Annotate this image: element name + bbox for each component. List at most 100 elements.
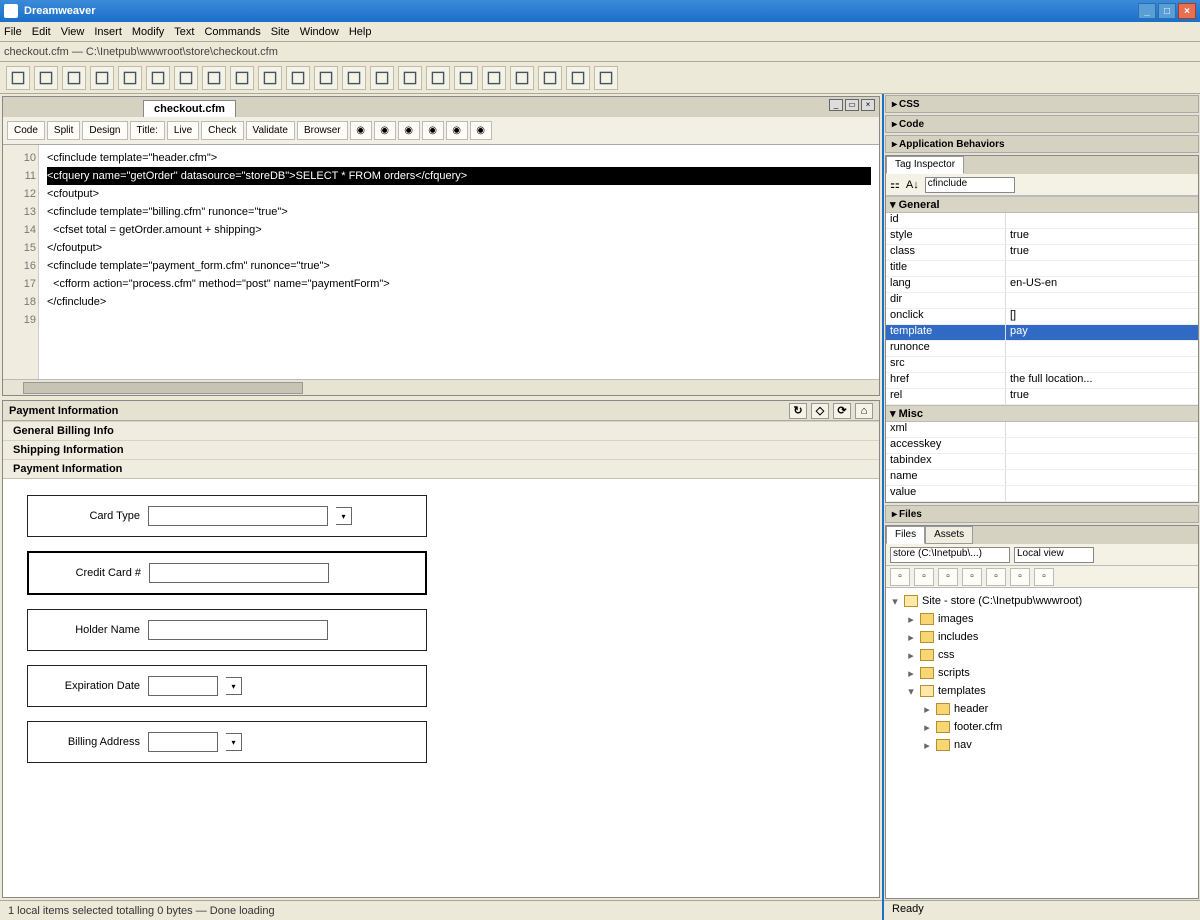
insert-tool-5[interactable]	[146, 66, 170, 90]
property-row-style[interactable]: styletrue	[886, 229, 1198, 245]
insert-tool-7[interactable]	[202, 66, 226, 90]
menu-help[interactable]: Help	[349, 26, 372, 38]
property-row-name[interactable]: name	[886, 470, 1198, 486]
property-section-misc[interactable]: ▾ Misc	[886, 405, 1198, 422]
property-row-tabindex[interactable]: tabindex	[886, 454, 1198, 470]
design-tool-2[interactable]: ⟳	[833, 403, 851, 419]
disclosure-icon[interactable]: ▸	[922, 739, 932, 752]
insert-tool-16[interactable]	[454, 66, 478, 90]
code-line[interactable]: <cfinclude template="header.cfm">	[47, 149, 871, 167]
property-row-class[interactable]: classtrue	[886, 245, 1198, 261]
property-value[interactable]: true	[1006, 245, 1198, 260]
insert-tool-1[interactable]	[34, 66, 58, 90]
code-text-area[interactable]: <cfinclude template="header.cfm"><cfquer…	[39, 145, 879, 379]
text-input[interactable]	[148, 620, 328, 640]
collapsed-panel-css[interactable]: CSS	[885, 95, 1199, 113]
disclosure-icon[interactable]: ▾	[906, 685, 916, 698]
menu-modify[interactable]: Modify	[132, 26, 164, 38]
property-value[interactable]	[1006, 293, 1198, 308]
property-value[interactable]: true	[1006, 389, 1198, 404]
code-line[interactable]: </cfinclude>	[47, 293, 871, 311]
code-line[interactable]: <cfset total = getOrder.amount + shippin…	[47, 221, 871, 239]
view-combo[interactable]: Local view	[1014, 547, 1094, 563]
connect-icon[interactable]: ▫	[890, 568, 910, 586]
editor-view-split[interactable]: Split	[47, 121, 80, 140]
disclosure-icon[interactable]: ▸	[922, 703, 932, 716]
select-input[interactable]	[148, 732, 218, 752]
insert-tool-18[interactable]	[510, 66, 534, 90]
insert-tool-0[interactable]	[6, 66, 30, 90]
disclosure-icon[interactable]: ▸	[922, 721, 932, 734]
menu-view[interactable]: View	[61, 26, 85, 38]
refresh-icon[interactable]: ◉	[350, 121, 372, 140]
tag-inspector-tab[interactable]: Tag Inspector	[886, 156, 964, 174]
select-input[interactable]	[148, 676, 218, 696]
property-row-xml[interactable]: xml	[886, 422, 1198, 438]
disclosure-icon[interactable]: ▸	[906, 631, 916, 644]
chevron-down-icon[interactable]: ▾	[226, 677, 242, 695]
property-value[interactable]: the full location...	[1006, 373, 1198, 388]
editor-view-validate[interactable]: Validate	[246, 121, 295, 140]
property-row-href[interactable]: hrefthe full location...	[886, 373, 1198, 389]
property-value[interactable]: en-US-en	[1006, 277, 1198, 292]
form-canvas[interactable]: Card Type▾Credit Card #Holder NameExpira…	[3, 479, 879, 793]
code-line[interactable]: <cfquery name="getOrder" datasource="sto…	[47, 167, 871, 185]
tree-node-templates[interactable]: ▾templates	[890, 682, 1194, 700]
property-section-general[interactable]: ▾ General	[886, 196, 1198, 213]
close-button[interactable]: ×	[1178, 3, 1196, 19]
insert-tool-20[interactable]	[566, 66, 590, 90]
tag-selector-combo[interactable]: cfinclude	[925, 177, 1015, 193]
insert-tool-11[interactable]	[314, 66, 338, 90]
alphabetical-icon[interactable]: A↓	[906, 179, 919, 191]
link-icon[interactable]: ◉	[446, 121, 468, 140]
editor-restore-icon[interactable]: ▭	[845, 99, 859, 111]
property-value[interactable]	[1006, 486, 1198, 501]
assets-tab[interactable]: Assets	[925, 526, 973, 544]
property-row-rel[interactable]: reltrue	[886, 389, 1198, 405]
tree-node-site---store--c--inetpub-wwwroot-[interactable]: ▾Site - store (C:\Inetpub\wwwroot)	[890, 592, 1194, 610]
insert-tool-4[interactable]	[118, 66, 142, 90]
menu-window[interactable]: Window	[300, 26, 339, 38]
accordion-header-1[interactable]: Shipping Information	[3, 440, 879, 459]
files-tree[interactable]: ▾Site - store (C:\Inetpub\wwwroot)▸image…	[886, 588, 1198, 898]
property-value[interactable]	[1006, 213, 1198, 228]
property-row-lang[interactable]: langen-US-en	[886, 277, 1198, 293]
editor-view-code[interactable]: Code	[7, 121, 45, 140]
form-field-credit-card--[interactable]: Credit Card #	[27, 551, 427, 595]
site-combo[interactable]: store (C:\Inetpub\...)	[890, 547, 1010, 563]
editor-view-design[interactable]: Design	[82, 121, 127, 140]
property-value[interactable]	[1006, 341, 1198, 356]
checkin-icon[interactable]: ▫	[986, 568, 1006, 586]
tree-node-includes[interactable]: ▸includes	[890, 628, 1194, 646]
disclosure-icon[interactable]: ▸	[906, 613, 916, 626]
insert-tool-19[interactable]	[538, 66, 562, 90]
accordion-header-0[interactable]: General Billing Info	[3, 421, 879, 440]
chevron-down-icon[interactable]: ▾	[226, 733, 242, 751]
property-row-src[interactable]: src	[886, 357, 1198, 373]
collapsed-panel-files[interactable]: Files	[885, 505, 1199, 523]
property-grid[interactable]: ▾ Generalidstyletrueclasstruetitlelangen…	[886, 196, 1198, 502]
insert-tool-12[interactable]	[342, 66, 366, 90]
tree-node-images[interactable]: ▸images	[890, 610, 1194, 628]
insert-tool-15[interactable]	[426, 66, 450, 90]
editor-view-check[interactable]: Check	[201, 121, 243, 140]
property-row-dir[interactable]: dir	[886, 293, 1198, 309]
disclosure-icon[interactable]: ▸	[906, 649, 916, 662]
form-field-card-type[interactable]: Card Type▾	[27, 495, 427, 537]
select-input[interactable]	[148, 506, 328, 526]
insert-tool-21[interactable]	[594, 66, 618, 90]
editor-minimize-icon[interactable]: _	[829, 99, 843, 111]
property-value[interactable]: true	[1006, 229, 1198, 244]
check-icon[interactable]: ◉	[422, 121, 444, 140]
insert-tool-3[interactable]	[90, 66, 114, 90]
insert-tool-14[interactable]	[398, 66, 422, 90]
insert-tool-2[interactable]	[62, 66, 86, 90]
categorized-icon[interactable]: ⚏	[890, 178, 900, 191]
property-value[interactable]	[1006, 422, 1198, 437]
insert-tool-13[interactable]	[370, 66, 394, 90]
globe-icon[interactable]: ◉	[374, 121, 396, 140]
tree-node-css[interactable]: ▸css	[890, 646, 1194, 664]
text-input[interactable]	[149, 563, 329, 583]
options-icon[interactable]: ◉	[398, 121, 420, 140]
document-tab-active[interactable]: checkout.cfm	[143, 100, 236, 117]
